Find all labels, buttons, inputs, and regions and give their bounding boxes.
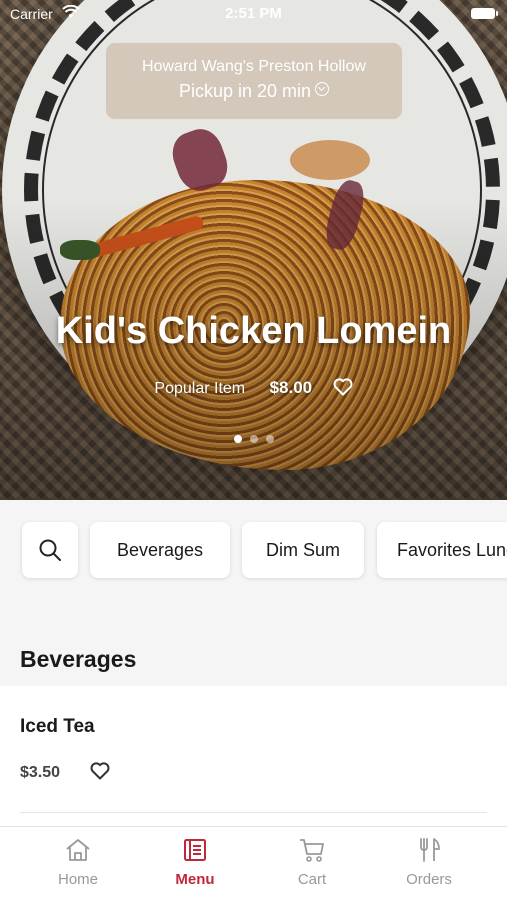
cart-icon [300,839,324,862]
store-selector[interactable]: Howard Wang's Preston Hollow Pickup in 2… [105,42,403,120]
clock: 2:51 PM [225,5,282,22]
tab-label: Menu [175,871,215,888]
search-icon [39,539,61,561]
tab-bar: Home Menu Cart Orders [0,826,507,900]
home-icon [66,839,90,861]
carousel-dot[interactable] [265,435,274,443]
chevron-down-icon [315,82,330,96]
carousel-dots[interactable] [0,430,507,448]
item-price: $3.50 [20,764,61,781]
section-title: Beverages [20,646,137,672]
battery-icon [471,8,498,19]
category-bar: Beverages Dim Sum Favorites Lunch [0,500,507,600]
heart-icon[interactable] [333,378,353,401]
heart-icon[interactable] [90,762,110,785]
featured-item-title: Kid's Chicken Lomein [55,310,452,352]
menu-list: Iced Tea $3.50 [0,686,507,826]
category-chip-dim-sum[interactable]: Dim Sum [242,522,364,578]
search-button[interactable] [22,522,78,578]
hero-banner[interactable]: Carrier 2:51 PM Howard Wang's Preston Ho… [0,0,507,500]
category-chip-favorites-lunch[interactable]: Favorites Lunch [377,522,507,578]
item-name: Iced Tea [20,716,95,737]
popular-tag: Popular Item [154,380,246,397]
tab-home[interactable]: Home [28,837,128,888]
tab-label: Home [57,871,98,888]
tab-label: Orders [406,871,452,888]
pickup-time[interactable]: Pickup in 20 min [106,81,402,102]
divider [20,812,487,813]
tab-label: Cart [297,871,327,888]
tab-menu[interactable]: Menu [145,837,245,888]
tab-cart[interactable]: Cart [262,837,362,888]
carousel-dot[interactable] [249,435,258,443]
featured-price: $8.00 [269,378,313,397]
fork-knife-icon [420,838,440,862]
tab-orders[interactable]: Orders [379,837,479,888]
category-chip-beverages[interactable]: Beverages [90,522,230,578]
carousel-dot[interactable] [233,435,242,443]
menu-icon [184,839,206,861]
status-bar: Carrier 2:51 PM [0,0,507,28]
featured-item-meta: Popular Item $8.00 [0,378,507,401]
store-name: Howard Wang's Preston Hollow [142,58,366,75]
